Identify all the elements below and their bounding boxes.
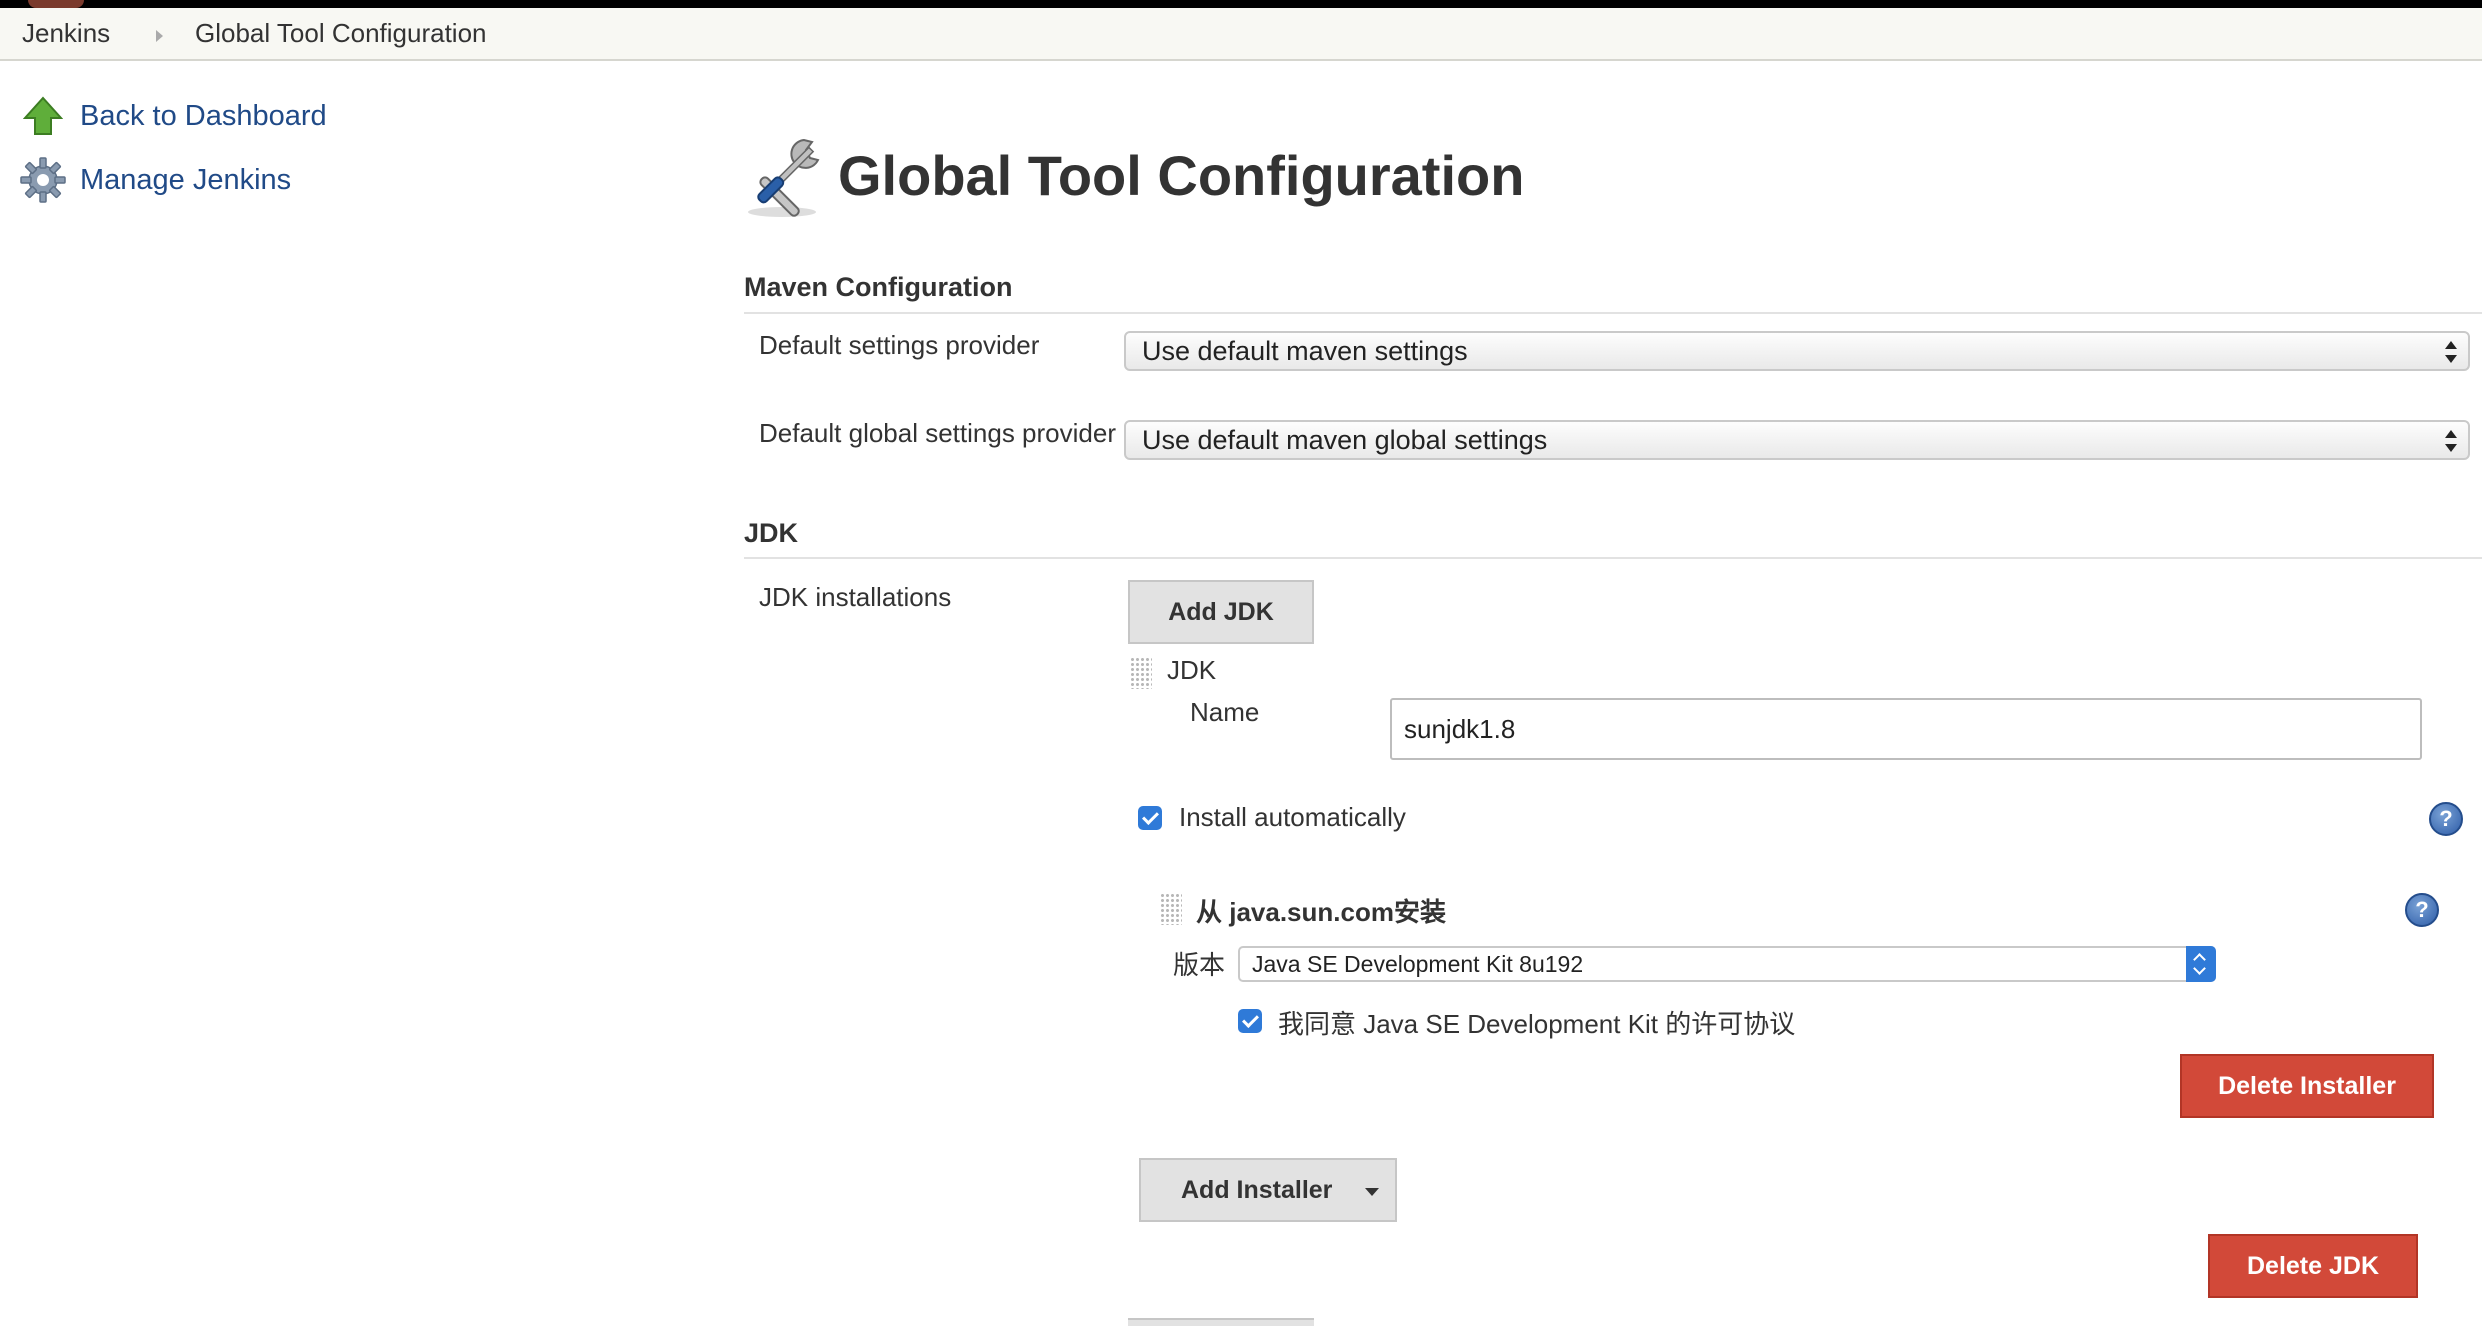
license-agree-checkbox[interactable] <box>1238 1009 1262 1033</box>
select-stepper-icon <box>2186 946 2216 982</box>
jdk-name-input[interactable]: sunjdk1.8 <box>1390 698 2422 760</box>
help-icon[interactable]: ? <box>2405 893 2439 927</box>
page-heading: Global Tool Configuration <box>838 143 1525 207</box>
add-installer-label: Add Installer <box>1181 1175 1333 1204</box>
select-value: Java SE Development Kit 8u192 <box>1252 951 1584 977</box>
license-agree-label: 我同意 Java SE Development Kit 的许可协议 <box>1278 1009 1796 1039</box>
installer-drag-handle-icon[interactable] <box>1160 893 1182 925</box>
default-global-settings-provider-select[interactable]: Use default maven global settings <box>1124 420 2470 460</box>
delete-jdk-button[interactable]: Delete JDK <box>2208 1234 2418 1298</box>
chevron-down-icon <box>1365 1188 1379 1196</box>
maven-section-header: Maven Configuration <box>744 272 1013 302</box>
jdk-installations-label: JDK installations <box>759 582 952 612</box>
install-automatically-label: Install automatically <box>1179 802 1406 832</box>
default-settings-provider-select[interactable]: Use default maven settings <box>1124 331 2470 371</box>
delete-installer-button[interactable]: Delete Installer <box>2180 1054 2434 1118</box>
sidebar-item-label[interactable]: Back to Dashboard <box>80 100 327 133</box>
add-jdk-button[interactable]: Add JDK <box>1128 580 1314 644</box>
jdk-name-label: Name <box>1190 697 1260 727</box>
select-arrows-icon <box>2444 339 2458 365</box>
select-value: Use default maven global settings <box>1142 425 1548 455</box>
maven-section-divider <box>744 312 2482 314</box>
top-header-bar <box>0 0 2482 8</box>
version-label: 版本 <box>1173 950 1226 980</box>
breadcrumb-global-tool-configuration[interactable]: Global Tool Configuration <box>195 8 486 59</box>
gear-icon <box>20 157 66 203</box>
select-arrows-icon <box>2444 428 2458 454</box>
breadcrumb-jenkins[interactable]: Jenkins <box>22 8 110 59</box>
install-automatically-checkbox[interactable] <box>1138 806 1162 830</box>
tools-icon <box>742 130 832 220</box>
breadcrumb-separator-icon[interactable] <box>156 30 163 42</box>
jdk-section-divider <box>744 557 2482 559</box>
jdk-item-title: JDK <box>1167 655 1217 685</box>
jenkins-logo-icon[interactable] <box>28 0 84 8</box>
sidebar-item-label[interactable]: Manage Jenkins <box>80 164 291 197</box>
jdk-version-select[interactable]: Java SE Development Kit 8u192 <box>1238 946 2216 982</box>
page-title: Global Tool Configuration <box>742 130 1524 220</box>
jdk-section-header: JDK <box>744 518 799 548</box>
default-settings-provider-label: Default settings provider <box>759 330 1040 360</box>
next-add-jdk-button-edge[interactable] <box>1128 1318 1314 1326</box>
up-arrow-icon <box>20 93 66 139</box>
installer-title: 从 java.sun.com安装 <box>1196 897 1446 927</box>
select-value: Use default maven settings <box>1142 336 1468 366</box>
sidebar-item-manage-jenkins[interactable]: Manage Jenkins <box>20 156 291 204</box>
breadcrumb: Jenkins Global Tool Configuration <box>0 8 2482 61</box>
add-installer-button[interactable]: Add Installer <box>1139 1158 1397 1222</box>
jdk-drag-handle-icon[interactable] <box>1130 657 1152 689</box>
default-global-settings-provider-label: Default global settings provider <box>759 418 1116 448</box>
sidebar-item-back-to-dashboard[interactable]: Back to Dashboard <box>20 92 327 140</box>
help-icon[interactable]: ? <box>2429 802 2463 836</box>
